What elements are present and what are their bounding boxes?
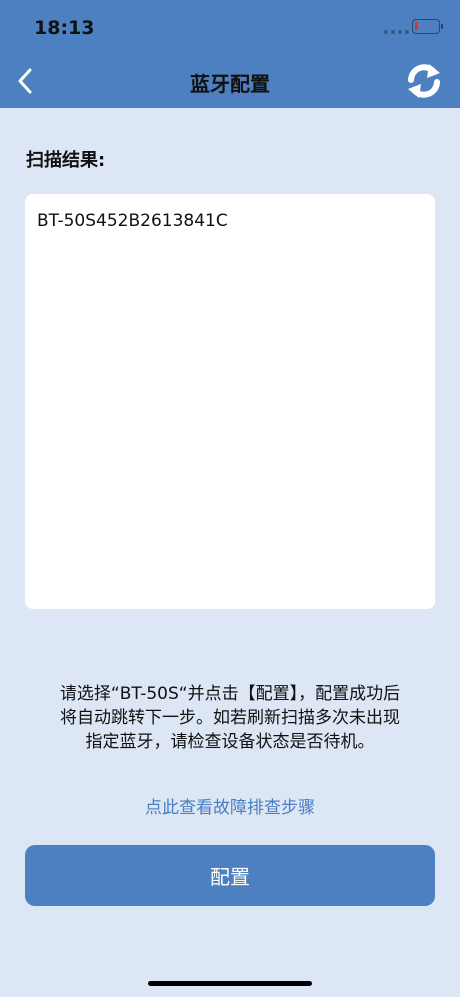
scan-results-list: BT-50S452B2613841C (25, 194, 435, 609)
instructions-text: 请选择“BT-50S“并点击【配置】，配置成功后 将自动跳转下一步。如若刷新扫描… (20, 682, 440, 754)
refresh-icon (408, 64, 440, 98)
battery-icon (412, 19, 443, 34)
signal-icon (384, 28, 409, 34)
device-list-item[interactable]: BT-50S452B2613841C (37, 211, 228, 231)
instructions-line: 指定蓝牙，请检查设备状态是否待机。 (85, 732, 375, 752)
instructions-line: 将自动跳转下一步。如若刷新扫描多次未出现 (60, 708, 400, 728)
instructions-line: 请选择“BT-50S“并点击【配置】，配置成功后 (59, 684, 401, 704)
page-title: 蓝牙配置 (190, 72, 270, 96)
config-button[interactable]: 配置 (25, 845, 435, 906)
troubleshoot-link[interactable]: 点此查看故障排查步骤 (0, 793, 460, 818)
nav-bar: 蓝牙配置 (0, 54, 460, 108)
home-indicator (148, 981, 312, 986)
refresh-button[interactable] (402, 59, 446, 103)
scan-results-label: 扫描结果: (26, 150, 106, 171)
battery-level (415, 22, 418, 30)
status-bar: 18:13 (0, 0, 460, 54)
status-time: 18:13 (34, 17, 95, 39)
